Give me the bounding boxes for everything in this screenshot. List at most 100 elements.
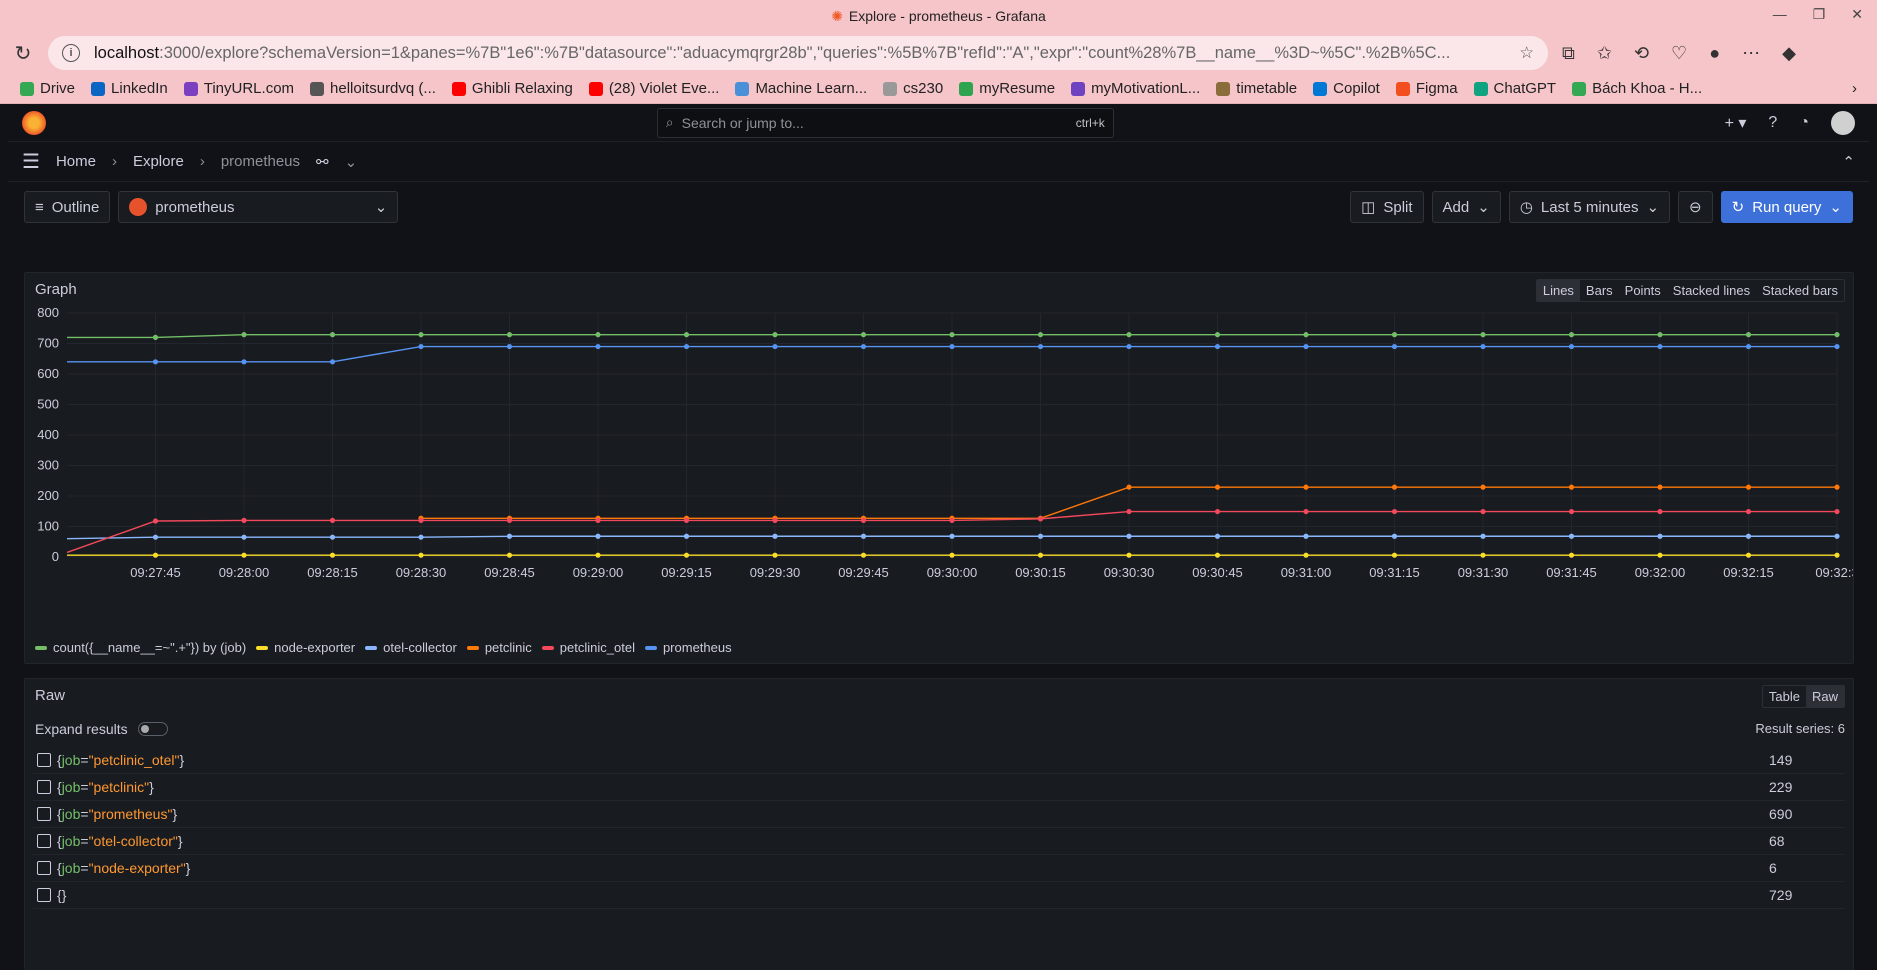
legend-item[interactable]: otel-collector [365, 640, 457, 655]
copy-icon[interactable] [37, 807, 51, 821]
zoom-out-button[interactable]: ⊖ [1678, 191, 1713, 223]
brace: } [177, 833, 183, 849]
grafana-logo-icon[interactable] [22, 110, 46, 135]
data-point [1126, 484, 1132, 490]
history-icon[interactable]: ⟲ [1634, 43, 1649, 64]
data-point [506, 517, 513, 523]
x-tick-label: 09:30:15 [1015, 565, 1066, 580]
legend-item[interactable]: petclinic_otel [541, 640, 635, 655]
menu-icon[interactable]: ☰ [22, 149, 40, 174]
copy-icon[interactable] [37, 861, 51, 875]
bookmark-item[interactable]: Copilot [1313, 80, 1380, 97]
data-point [1657, 332, 1663, 338]
data-point [1303, 484, 1309, 490]
more-bookmarks-icon[interactable]: › [1852, 80, 1857, 97]
copy-icon[interactable] [37, 780, 51, 794]
share-icon[interactable]: ⚯ [316, 153, 329, 171]
close-icon[interactable]: ✕ [1851, 6, 1863, 23]
series-value: 729 [1769, 887, 1793, 903]
mode-option-lines[interactable]: Lines [1536, 280, 1580, 301]
help-icon[interactable]: ? [1768, 114, 1777, 132]
data-point [152, 534, 159, 540]
mode-option-bars[interactable]: Bars [1580, 280, 1619, 301]
copilot-icon[interactable]: ◆ [1782, 43, 1796, 64]
bookmark-item[interactable]: Ghibli Relaxing [451, 80, 573, 97]
bookmark-favicon-icon [1216, 81, 1231, 96]
site-info-icon[interactable]: i [62, 44, 80, 62]
datasource-picker[interactable]: prometheus ⌄ [118, 191, 399, 223]
legend-item[interactable]: node-exporter [256, 640, 355, 655]
line-chart[interactable]: 0 100 200 300 400 500 600 700 800 09:27:45 09:28:0… [25, 303, 1853, 623]
add-button[interactable]: Add ⌄ [1431, 191, 1501, 223]
mode-option-table[interactable]: Table [1763, 686, 1806, 707]
bookmark-item[interactable]: timetable [1216, 80, 1297, 97]
add-icon[interactable]: + ▾ [1725, 113, 1747, 133]
legend-item[interactable]: count({__name__=~".+"}) by (job) [35, 640, 246, 655]
bookmark-item[interactable]: TinyURL.com [183, 80, 294, 97]
data-point [1037, 516, 1044, 522]
copy-icon[interactable] [37, 888, 51, 902]
split-button[interactable]: ◫ Split [1350, 191, 1424, 223]
chevron-right-icon: › [111, 153, 117, 170]
time-range-picker[interactable]: ◷ Last 5 minutes ⌄ [1508, 191, 1671, 223]
data-point [1834, 484, 1840, 490]
minimize-icon[interactable]: — [1773, 6, 1787, 23]
maximize-icon[interactable]: ❐ [1813, 6, 1826, 23]
x-tick-label: 09:29:30 [750, 565, 801, 580]
reload-icon[interactable]: ↻ [12, 41, 34, 66]
expand-results-toggle[interactable] [137, 722, 168, 736]
mode-option-raw[interactable]: Raw [1805, 686, 1844, 707]
bookmark-item[interactable]: Bách Khoa - H... [1572, 80, 1702, 97]
bookmark-item[interactable]: LinkedIn [91, 80, 168, 97]
news-icon[interactable]: ◔ [1799, 114, 1809, 132]
run-query-button[interactable]: ↻ Run query ⌄ [1720, 191, 1853, 223]
data-point [1834, 508, 1840, 515]
data-point [1568, 484, 1575, 490]
data-point [772, 533, 778, 539]
data-point [1568, 332, 1575, 338]
extensions-icon[interactable]: ⧉ [1562, 43, 1575, 64]
browser-titlebar: ✺ Explore - prometheus - Grafana — ❐ ✕ [0, 0, 1877, 32]
bookmark-item[interactable]: ChatGPT [1473, 80, 1556, 97]
address-bar[interactable]: i localhost:3000/explore?schemaVersion=1… [48, 36, 1548, 70]
outline-button[interactable]: ≡ Outline [24, 191, 111, 223]
mode-option-stacked-bars[interactable]: Stacked bars [1756, 280, 1844, 301]
chevron-down-icon[interactable]: ⌄ [345, 153, 358, 171]
mode-option-points[interactable]: Points [1619, 280, 1667, 301]
data-point [1568, 533, 1575, 539]
x-tick-label: 09:32:00 [1635, 565, 1686, 580]
favorites-icon[interactable]: ✩ [1597, 43, 1612, 64]
bookmark-item[interactable]: (28) Violet Eve... [588, 80, 719, 97]
data-point [506, 552, 513, 558]
copy-icon[interactable] [37, 834, 51, 848]
search-input[interactable]: ⌕ Search or jump to... ctrl+k [656, 107, 1114, 138]
more-icon[interactable]: ⋯ [1742, 43, 1760, 64]
bookmark-item[interactable]: cs230 [883, 80, 943, 97]
bookmark-star-icon[interactable]: ☆ [1519, 43, 1534, 63]
legend-item[interactable]: prometheus [644, 640, 732, 655]
collapse-icon[interactable]: ⌃ [1842, 153, 1855, 171]
x-tick-label: 09:29:00 [573, 565, 624, 580]
copy-icon[interactable] [37, 753, 51, 767]
bookmark-label: Bách Khoa - H... [1592, 80, 1703, 97]
avatar[interactable] [1831, 110, 1855, 135]
chevron-down-icon: ⌄ [374, 199, 388, 216]
label-value: "petclinic_otel" [88, 752, 180, 768]
bookmark-item[interactable]: Machine Learn... [735, 80, 867, 97]
bookmark-item[interactable]: Figma [1395, 80, 1458, 97]
data-point [1391, 343, 1398, 350]
bookmark-item[interactable]: Drive [20, 80, 75, 97]
bookmark-favicon-icon [883, 81, 898, 96]
bookmark-item[interactable]: helloitsurdvq (... [310, 80, 436, 97]
data-point [241, 359, 247, 365]
profile-icon[interactable]: ● [1709, 43, 1720, 64]
breadcrumb-explore[interactable]: Explore [133, 153, 184, 170]
mode-option-stacked-lines[interactable]: Stacked lines [1667, 280, 1756, 301]
legend-item[interactable]: petclinic [466, 640, 532, 655]
bookmark-item[interactable]: myMotivationL... [1071, 80, 1200, 97]
data-point [1480, 484, 1486, 490]
breadcrumb-home[interactable]: Home [56, 153, 96, 170]
bookmark-item[interactable]: myResume [959, 80, 1055, 97]
legend-label: prometheus [662, 640, 732, 655]
performance-icon[interactable]: ♡ [1671, 43, 1687, 64]
